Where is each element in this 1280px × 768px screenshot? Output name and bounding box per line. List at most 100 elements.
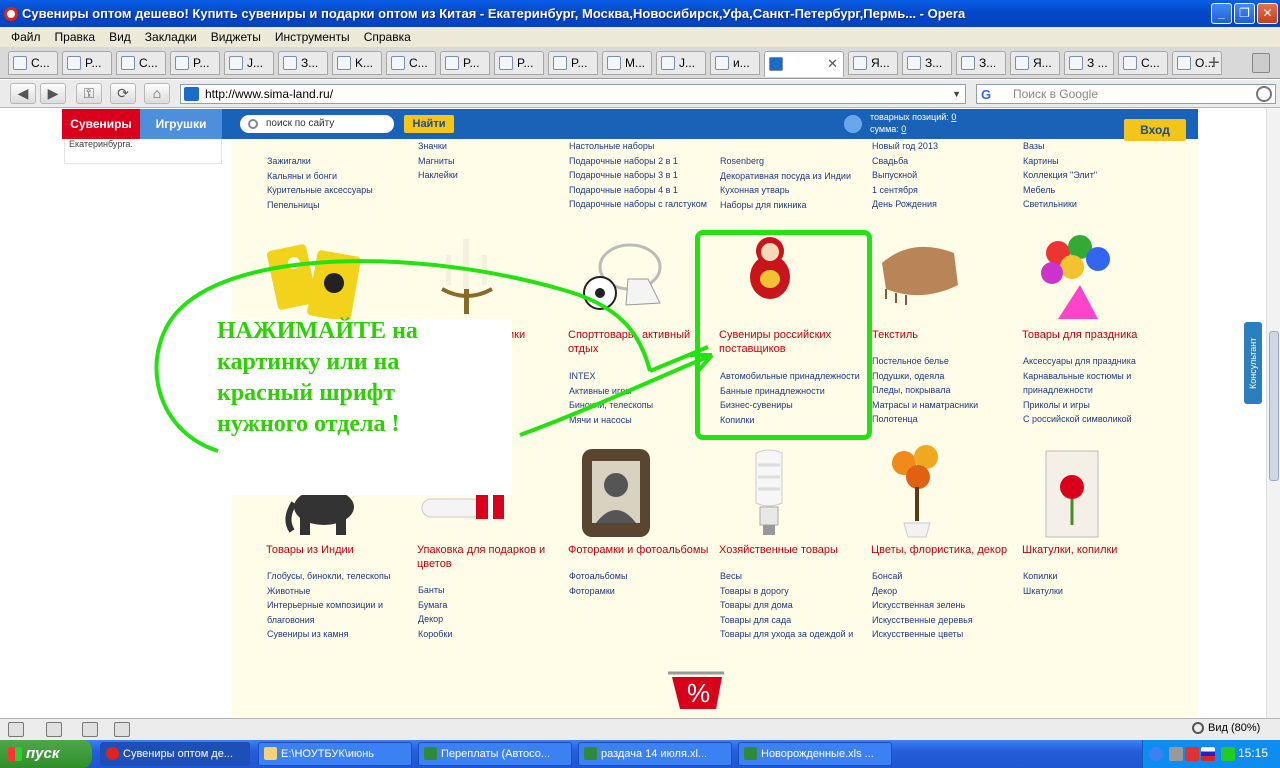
task-folder[interactable]: E:\НОУТБУК\июнь xyxy=(258,742,412,766)
browser-tab[interactable]: J... xyxy=(656,51,706,75)
browser-tab[interactable]: K... xyxy=(332,51,382,75)
back-button[interactable]: ◀ xyxy=(10,83,36,104)
browser-tab[interactable]: З... xyxy=(902,51,952,75)
start-button[interactable]: пуск xyxy=(0,740,92,768)
address-input[interactable]: http://www.sima-land.ru/ ▼ xyxy=(180,84,966,104)
browser-tab[interactable]: З ... xyxy=(1064,51,1114,75)
status-bar: Вид (80%) xyxy=(0,718,1280,740)
network-icon[interactable] xyxy=(1169,747,1183,761)
browser-tab[interactable]: C... xyxy=(1118,51,1168,75)
tab-favicon-icon xyxy=(607,56,621,70)
tab-favicon-icon xyxy=(445,56,459,70)
tab-favicon-icon xyxy=(121,56,135,70)
address-url: http://www.sima-land.ru/ xyxy=(205,87,334,101)
trash-icon[interactable] xyxy=(1252,53,1270,73)
tab-close-icon[interactable]: ✕ xyxy=(827,56,838,72)
task-opera[interactable]: Сувениры оптом де... xyxy=(100,742,250,766)
menu-widgets[interactable]: Виджеты xyxy=(204,30,268,44)
sync-icon[interactable] xyxy=(46,722,62,737)
excel-icon xyxy=(584,747,597,760)
opera-logo-icon xyxy=(4,6,18,21)
tab-favicon-icon xyxy=(1069,56,1083,70)
minimize-button[interactable]: _ xyxy=(1211,3,1232,24)
tab-favicon-icon xyxy=(229,56,243,70)
app-tray-icon[interactable] xyxy=(1221,747,1235,761)
tab-favicon-icon xyxy=(337,56,351,70)
folder-icon xyxy=(264,747,277,760)
highlight-frame xyxy=(695,230,872,440)
tab-favicon-icon xyxy=(1015,56,1029,70)
browser-tab[interactable]: P... xyxy=(62,51,112,75)
browser-tab[interactable]: ✕ xyxy=(764,51,844,77)
tab-favicon-icon xyxy=(715,56,729,70)
google-search-input[interactable]: G Поиск в Google xyxy=(976,84,1276,104)
task-excel-1[interactable]: Переплаты (Автосо... xyxy=(418,742,572,766)
browser-tab[interactable]: З... xyxy=(278,51,328,75)
excel-icon xyxy=(744,747,757,760)
browser-tab[interactable]: P... xyxy=(440,51,490,75)
vertical-scrollbar[interactable] xyxy=(1266,109,1280,718)
maximize-button[interactable]: ❐ xyxy=(1234,3,1255,24)
menu-file[interactable]: Файл xyxy=(4,30,48,44)
antivirus-icon[interactable] xyxy=(1185,747,1199,761)
menu-tools[interactable]: Инструменты xyxy=(268,30,357,44)
search-icon[interactable] xyxy=(1256,86,1272,102)
task-excel-3[interactable]: Новорожденные.xls ... xyxy=(738,742,892,766)
menu-bookmarks[interactable]: Закладки xyxy=(138,30,204,44)
consultant-button[interactable]: Консультант xyxy=(1244,322,1262,404)
tab-favicon-icon xyxy=(67,56,81,70)
clock: 15:15 xyxy=(1237,746,1268,760)
home-button[interactable]: ⌂ xyxy=(144,83,170,104)
menu-edit[interactable]: Правка xyxy=(48,30,103,44)
browser-tab[interactable]: C... xyxy=(116,51,166,75)
menu-help[interactable]: Справка xyxy=(357,30,418,44)
unite-icon[interactable] xyxy=(82,722,98,737)
browser-tab[interactable]: J... xyxy=(224,51,274,75)
tab-favicon-icon xyxy=(175,56,189,70)
tab-favicon-icon xyxy=(853,56,867,70)
scrollbar-thumb[interactable] xyxy=(1269,331,1279,481)
zoom-control[interactable]: Вид (80%) xyxy=(1192,722,1260,734)
browser-tab[interactable]: C... xyxy=(386,51,436,75)
tab-bar: C... P... C... P... J... З... K... C... P... P...… xyxy=(0,47,1280,79)
turbo-icon[interactable] xyxy=(114,722,130,737)
forward-button[interactable]: ▶ xyxy=(40,83,66,104)
browser-tab[interactable]: P... xyxy=(170,51,220,75)
tab-favicon-icon xyxy=(13,56,27,70)
browser-tab[interactable]: и... xyxy=(710,51,760,75)
wand-key-button[interactable]: ⚿ xyxy=(76,83,102,104)
menu-bar: Файл Правка Вид Закладки Виджеты Инструм… xyxy=(0,27,1280,47)
system-tray: 15:15 xyxy=(1142,740,1280,768)
tab-favicon-icon xyxy=(283,56,297,70)
browser-tab[interactable]: M... xyxy=(602,51,652,75)
browser-tab[interactable]: Я... xyxy=(848,51,898,75)
language-icon[interactable] xyxy=(1201,747,1215,761)
opera-task-icon xyxy=(106,747,119,760)
windows-logo-icon xyxy=(8,747,22,761)
window-title: Сувениры оптом дешево! Купить сувениры и… xyxy=(22,6,966,21)
tray-arrow-icon[interactable] xyxy=(1149,747,1163,761)
google-icon[interactable]: G xyxy=(981,86,991,104)
task-excel-2[interactable]: раздача 14 июля.xl... xyxy=(578,742,732,766)
close-button[interactable]: ✕ xyxy=(1257,3,1278,24)
excel-icon xyxy=(424,747,437,760)
tab-favicon-icon xyxy=(499,56,513,70)
browser-tab[interactable]: C... xyxy=(8,51,58,75)
browser-tab[interactable]: P... xyxy=(548,51,598,75)
page-viewport: Екатеринбурга. Сувениры Игрушки поиск по… xyxy=(0,109,1266,718)
browser-tab[interactable]: Я... xyxy=(1010,51,1060,75)
reload-button[interactable]: ⟳ xyxy=(110,83,136,104)
site-favicon-icon xyxy=(184,87,199,101)
tab-favicon-icon xyxy=(1123,56,1137,70)
tab-favicon-icon xyxy=(391,56,405,70)
tab-favicon-icon xyxy=(769,57,783,71)
menu-view[interactable]: Вид xyxy=(102,30,138,44)
tab-favicon-icon xyxy=(907,56,921,70)
panel-toggle-icon[interactable] xyxy=(8,722,24,737)
annotation-arrow xyxy=(154,259,714,453)
address-dropdown-icon[interactable]: ▼ xyxy=(952,85,961,103)
browser-tab[interactable]: P... xyxy=(494,51,544,75)
zoom-icon xyxy=(1192,722,1204,734)
new-tab-button[interactable]: + xyxy=(1202,53,1226,75)
browser-tab[interactable]: З... xyxy=(956,51,1006,75)
